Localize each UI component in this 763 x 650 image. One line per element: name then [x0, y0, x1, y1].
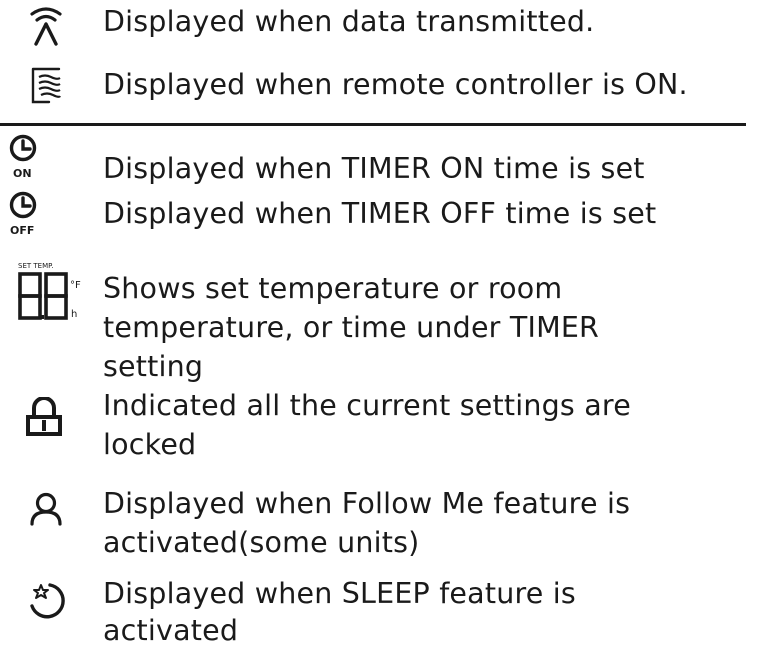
legend-text-line: Displayed when Follow Me feature is: [103, 487, 631, 520]
lock-icon: [0, 397, 90, 437]
legend-text: Displayed when data transmitted.: [103, 5, 595, 38]
legend-text-line: activated: [103, 614, 239, 647]
set-temp-label: SET TEMP.: [18, 262, 54, 270]
legend-text-line: temperature, or time under TIMER: [103, 311, 600, 344]
legend-text: Displayed when TIMER ON time is set: [103, 152, 645, 185]
legend-text-line: Indicated all the current settings are: [103, 389, 631, 422]
legend-text-line: locked: [103, 428, 197, 461]
hour-label: h: [71, 309, 78, 320]
timer-on-icon: ON: [0, 134, 69, 180]
timer-on-label: ON: [13, 167, 32, 180]
legend-text-line: Shows set temperature or room: [103, 272, 563, 305]
fahrenheit-label: °F: [70, 280, 81, 291]
timer-off-label: OFF: [10, 224, 35, 237]
legend-text: Displayed when TIMER OFF time is set: [103, 197, 657, 230]
legend-text: Displayed when remote controller is ON.: [103, 68, 688, 101]
timer-off-icon: OFF: [0, 191, 69, 237]
legend-text-line: activated(some units): [103, 526, 420, 559]
section-divider: [0, 123, 746, 126]
legend-text-line: Displayed when SLEEP feature is: [103, 577, 576, 610]
sleep-icon: [2, 582, 94, 620]
remote-on-icon: [0, 66, 92, 104]
follow-me-icon: [0, 492, 92, 526]
legend-text-line: setting: [103, 350, 204, 383]
transmission-icon: [0, 2, 92, 46]
